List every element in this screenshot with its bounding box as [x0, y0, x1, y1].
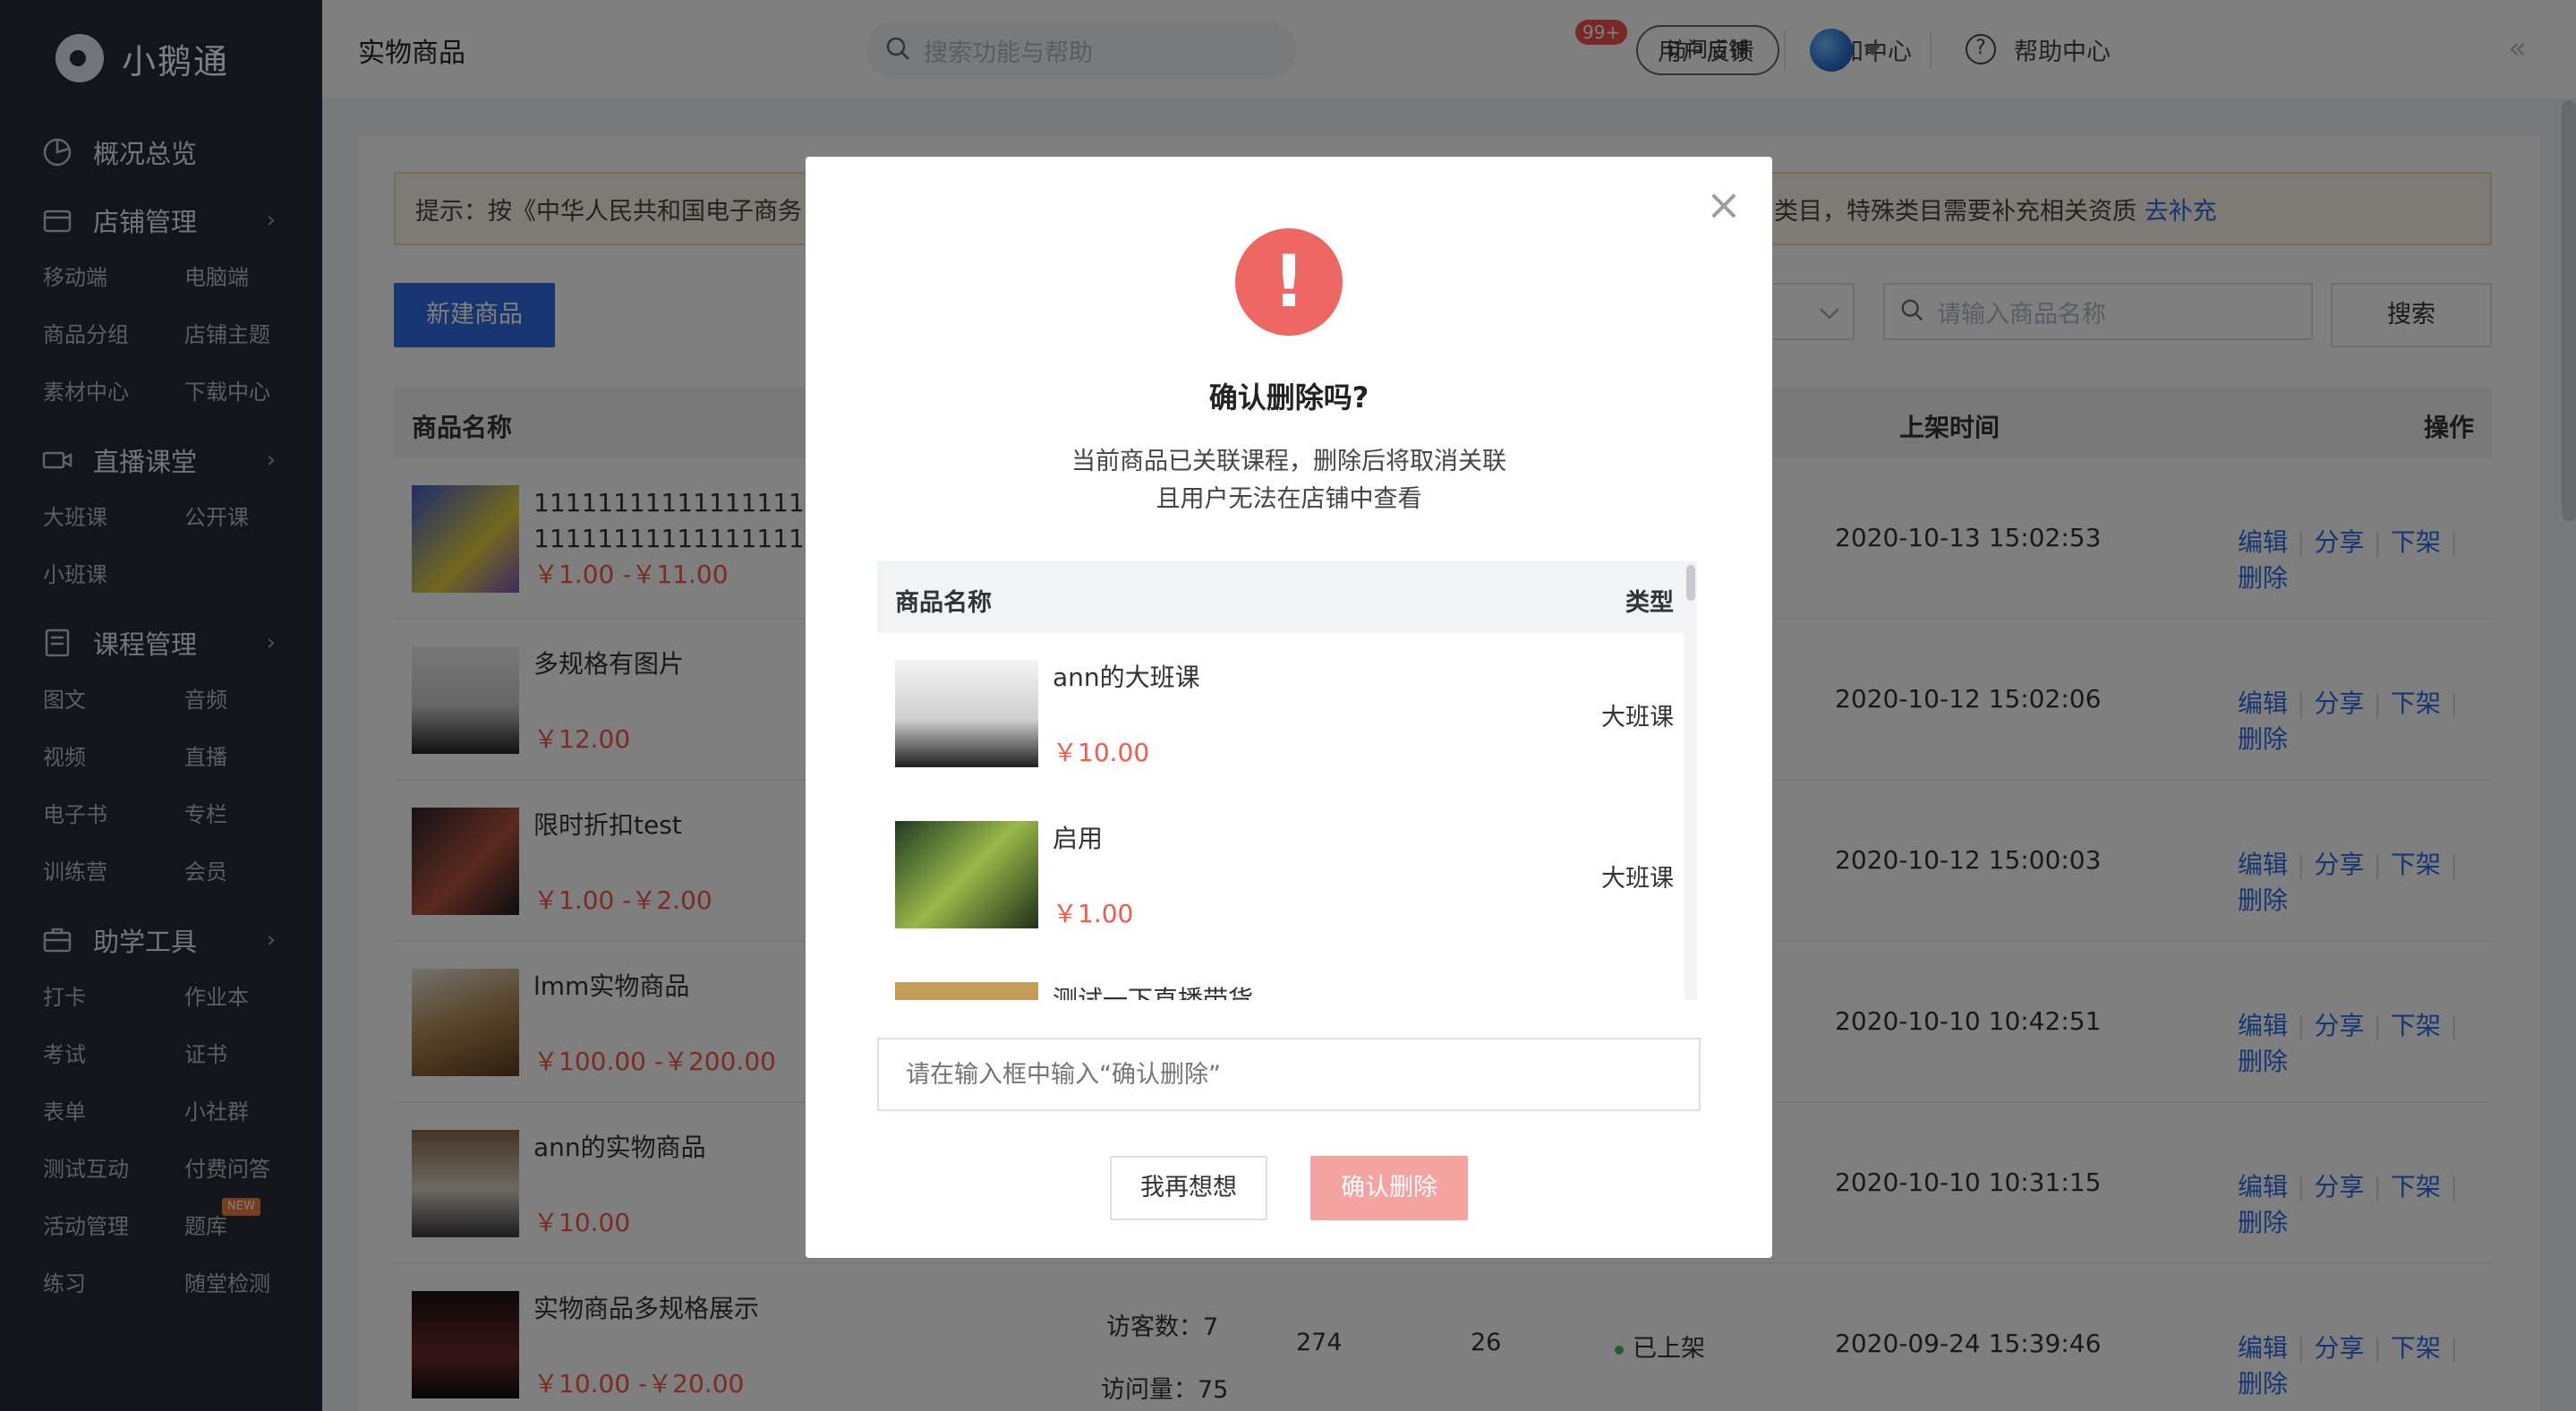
dialog-description-line: 且用户无法在店铺中查看 — [1156, 485, 1422, 513]
confirm-text-input[interactable] — [877, 1038, 1701, 1111]
confirm-delete-button[interactable]: 确认删除 — [1310, 1156, 1468, 1220]
dialog-description: 当前商品已关联课程，删除后将取消关联 且用户无法在店铺中查看 — [806, 443, 1772, 518]
dialog-scrollbar[interactable] — [1685, 561, 1697, 1000]
dialog-title: 确认删除吗? — [1208, 381, 1369, 415]
course-type: 大班课 — [1601, 704, 1674, 731]
course-name: ann的大班课 — [1053, 663, 1200, 692]
dialog-description-line: 当前商品已关联课程，删除后将取消关联 — [1071, 448, 1506, 475]
course-thumbnail — [895, 660, 1038, 767]
course-thumbnail — [895, 821, 1038, 928]
course-type: 大班课 — [1601, 865, 1674, 893]
course-name: 启用 — [1053, 824, 1104, 853]
course-price: ￥1.00 — [1053, 899, 1134, 928]
confirm-delete-dialog: × ! 确认删除吗? 当前商品已关联课程，删除后将取消关联 且用户无法在店铺中查… — [806, 157, 1772, 1258]
table-row: ann的大班课 ￥10.00 大班课 — [877, 633, 1692, 794]
linked-course-table: 商品名称 类型 ann的大班课 ￥10.00 大班课 启用 ￥1.00 大班课 … — [877, 561, 1692, 1000]
course-price: ￥10.00 — [1053, 738, 1150, 767]
table-header: 商品名称 类型 — [877, 561, 1692, 633]
column-header-type: 类型 — [1625, 589, 1674, 617]
table-row: 启用 ￥1.00 大班课 — [877, 794, 1692, 955]
warning-icon: ! — [1235, 228, 1343, 336]
course-name: 测试一下直播带货 — [1053, 985, 1254, 1000]
course-thumbnail — [895, 982, 1038, 1000]
close-icon[interactable]: × — [1706, 184, 1742, 227]
cancel-button[interactable]: 我再想想 — [1110, 1156, 1267, 1220]
table-row: 测试一下直播带货 — [877, 955, 1692, 1000]
column-header-name: 商品名称 — [895, 589, 992, 617]
